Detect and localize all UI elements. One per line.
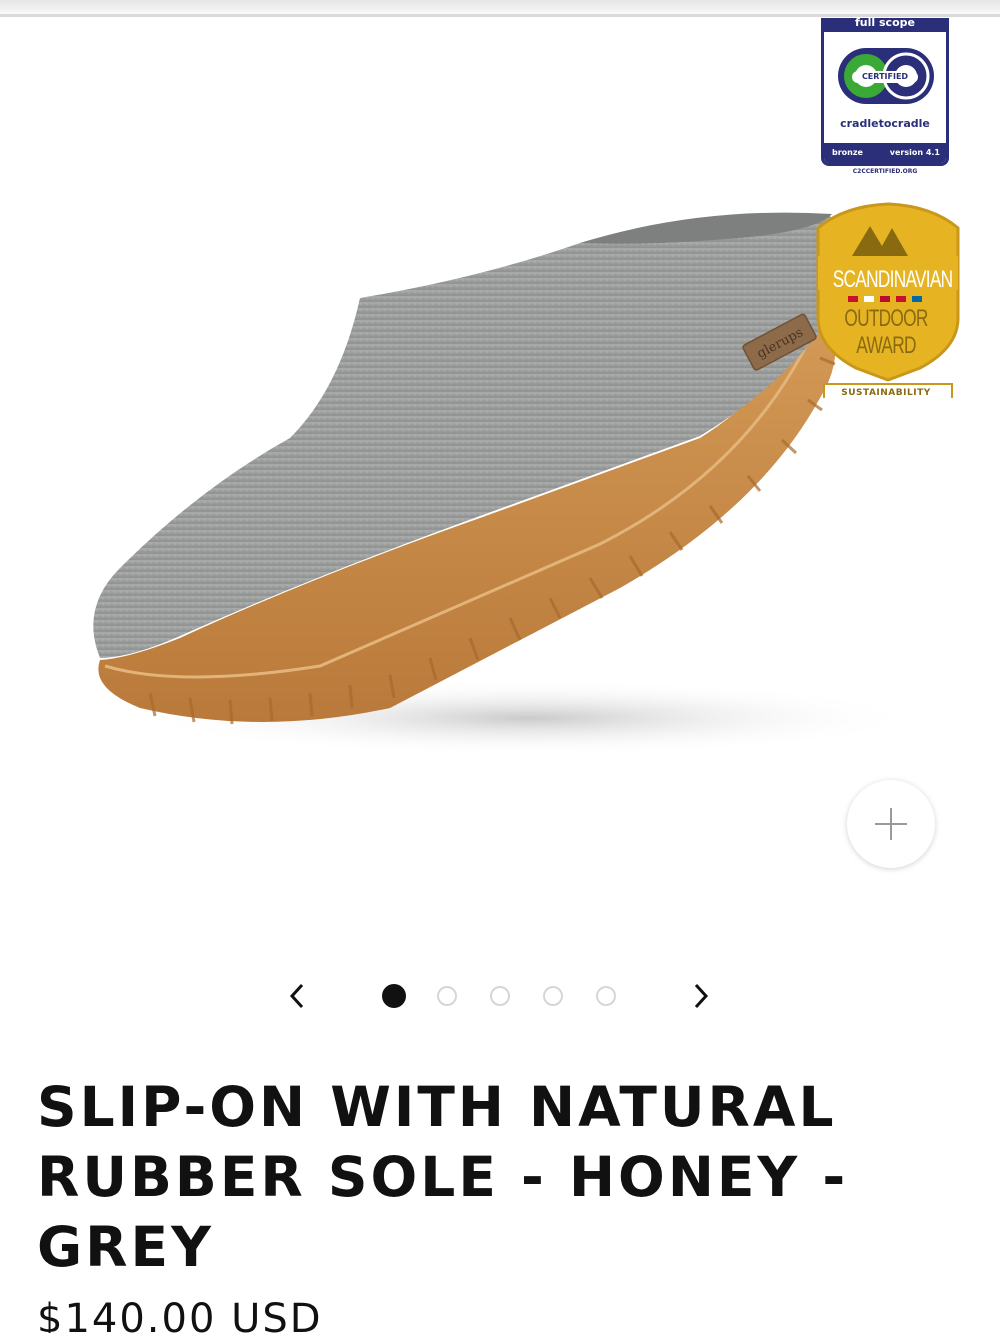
- carousel-navigation: [0, 970, 1000, 1022]
- product-title: SLIP-ON WITH NATURAL RUBBER SOLE - HONEY…: [37, 1075, 849, 1279]
- slide-dot-3[interactable]: [490, 986, 510, 1006]
- cradle-to-cradle-badge: full scope CERTIFIED cradletocradle bron…: [821, 18, 949, 166]
- award-line-3: AWARD: [856, 332, 916, 359]
- zoom-button[interactable]: [847, 780, 935, 868]
- previous-slide-button[interactable]: [277, 976, 317, 1016]
- badge-level-text: bronze: [832, 148, 863, 157]
- badge-certified-text: CERTIFIED: [852, 71, 918, 83]
- badge-version-text: version 4.1: [889, 148, 940, 157]
- product-price: $140.00 USD: [37, 1296, 323, 1333]
- award-line-2: OUTDOOR: [844, 305, 928, 332]
- product-page: glerups full scope CERTIFIED cradletocra…: [0, 0, 1000, 1333]
- product-image[interactable]: glerups: [60, 188, 920, 788]
- product-gallery[interactable]: glerups full scope CERTIFIED cradletocra…: [0, 18, 1000, 958]
- scandinavian-outdoor-award-badge: [816, 202, 960, 398]
- badge-footer: bronze version 4.1: [824, 143, 946, 163]
- chevron-right-icon: [694, 983, 709, 1009]
- plus-icon: [875, 808, 907, 840]
- slide-dot-2[interactable]: [437, 986, 457, 1006]
- next-slide-button[interactable]: [681, 976, 721, 1016]
- header-divider: [0, 14, 1000, 17]
- slide-dot-1[interactable]: [382, 984, 406, 1008]
- award-line-1: SCANDINAVIAN: [832, 266, 953, 293]
- badge-url-text: C2CCERTIFIED.ORG: [852, 168, 918, 175]
- slide-dot-4[interactable]: [543, 986, 563, 1006]
- badge-name-text: cradletocradle: [840, 117, 930, 130]
- slide-dot-5[interactable]: [596, 986, 616, 1006]
- award-category-text: SUSTAINABILITY: [841, 388, 931, 398]
- chevron-left-icon: [289, 983, 304, 1009]
- badge-scope-text: full scope: [824, 18, 946, 32]
